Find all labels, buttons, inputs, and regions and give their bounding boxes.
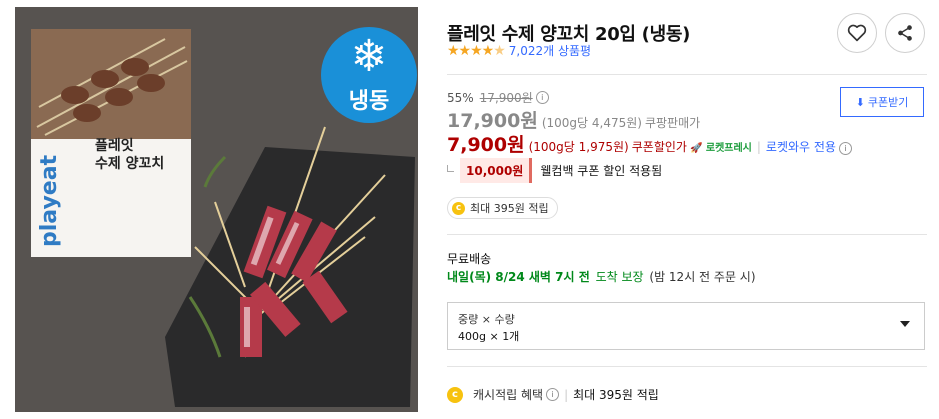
coupon-unit-price: (100g당 1,975원) bbox=[528, 140, 629, 154]
divider bbox=[447, 74, 927, 75]
rating[interactable]: ★★★★★ 7,022개 상품평 bbox=[447, 42, 591, 59]
delivery-date: 내일(목) 8/24 새벽 7시 전 bbox=[447, 270, 590, 284]
chevron-down-icon bbox=[900, 321, 910, 327]
delivery-row: 내일(목) 8/24 새벽 7시 전 도착 보장 (밤 12시 전 주문 시) bbox=[447, 268, 756, 285]
wish-button[interactable] bbox=[837, 13, 877, 53]
cash-reward-text: 최대 395원 적립 bbox=[470, 202, 549, 215]
coin-icon: c bbox=[452, 201, 465, 215]
product-info-panel: 플레잇 수제 양꼬치 20입 (냉동) ★★★★★ 7,022개 상품평 55%… bbox=[447, 0, 927, 419]
indent-corner bbox=[447, 165, 454, 172]
box-brand-logo: playeat bbox=[37, 155, 127, 247]
product-image[interactable]: ❄ 냉동 플레잇 수제 양꼬치 playeat bbox=[15, 7, 418, 412]
share-icon bbox=[898, 25, 912, 41]
divider bbox=[447, 366, 927, 367]
option-select[interactable]: 중량 × 수량 400g × 1개 bbox=[447, 302, 925, 350]
delivery-guarantee: 도착 보장 bbox=[595, 270, 644, 284]
rating-stars-icon: ★★★★★ bbox=[447, 42, 506, 59]
delivery-note: (밤 12시 전 주문 시) bbox=[649, 270, 756, 284]
divider bbox=[447, 234, 927, 235]
separator: | bbox=[564, 387, 569, 402]
coupon-price-row: 7,900원 (100g당 1,975원) 쿠폰할인가 🚀 로켓프레시 | 로켓… bbox=[447, 130, 852, 157]
frozen-badge-label: 냉동 bbox=[348, 89, 390, 114]
cash-benefit-row: c 캐시적립 혜택 i | 최대 395원 적립 bbox=[447, 386, 659, 403]
box-title: 플레잇 수제 양꼬치 bbox=[95, 137, 164, 173]
box-title-line2: 수제 양꼬치 bbox=[95, 156, 165, 172]
original-price: 17,900원 bbox=[479, 91, 533, 105]
snowflake-icon: ❄ bbox=[350, 31, 388, 82]
rocket-fresh-badge: 🚀 로켓프레시 bbox=[689, 143, 752, 154]
option-value: 400g × 1개 bbox=[458, 330, 520, 343]
coupon-price: 7,900원 bbox=[447, 134, 525, 156]
shipping-label: 무료배송 bbox=[447, 252, 492, 266]
discount-rate: 55% bbox=[447, 90, 474, 105]
info-icon[interactable]: i bbox=[535, 91, 549, 104]
sale-price: 17,900원 bbox=[447, 110, 538, 132]
sale-unit-price: (100g당 4,475원) bbox=[541, 116, 642, 130]
sale-price-label: 쿠팡판매가 bbox=[644, 116, 701, 130]
rocket-fresh-label: 로켓프레시 bbox=[705, 143, 752, 154]
box-title-line1: 플레잇 bbox=[95, 138, 134, 154]
info-icon[interactable]: i bbox=[546, 388, 560, 401]
sale-price-row: 17,900원 (100g당 4,475원) 쿠팡판매가 bbox=[447, 106, 700, 133]
welcome-coupon-text: 웰컴백 쿠폰 할인 적용됨 bbox=[540, 164, 663, 178]
cash-reward-pill: c 최대 395원 적립 bbox=[447, 197, 558, 219]
welcome-coupon-row: 10,000원 웰컴백 쿠폰 할인 적용됨 bbox=[447, 158, 662, 183]
welcome-coupon-amount: 10,000원 bbox=[460, 158, 533, 183]
cash-benefit-label: 캐시적립 혜택 bbox=[473, 388, 544, 402]
heart-icon bbox=[847, 24, 867, 42]
review-count-link[interactable]: 7,022개 상품평 bbox=[509, 42, 591, 59]
share-button[interactable] bbox=[885, 13, 925, 53]
separator: | bbox=[756, 140, 761, 154]
info-icon[interactable]: i bbox=[838, 142, 852, 155]
option-label: 중량 × 수량 bbox=[458, 313, 515, 326]
coupon-download-button[interactable]: ⬇ 쿠폰받기 bbox=[840, 87, 924, 117]
discount-row: 55% 17,900원 i bbox=[447, 89, 549, 106]
download-icon: ⬇ bbox=[855, 95, 865, 109]
coupon-download-label: 쿠폰받기 bbox=[867, 96, 909, 109]
frozen-badge: ❄ 냉동 bbox=[321, 27, 417, 123]
cash-benefit-amount: 최대 395원 적립 bbox=[573, 388, 659, 402]
coin-icon: c bbox=[447, 386, 463, 403]
coupon-price-label: 쿠폰할인가 bbox=[631, 140, 687, 154]
rocket-wow-label: 로켓와우 전용 bbox=[765, 140, 836, 154]
